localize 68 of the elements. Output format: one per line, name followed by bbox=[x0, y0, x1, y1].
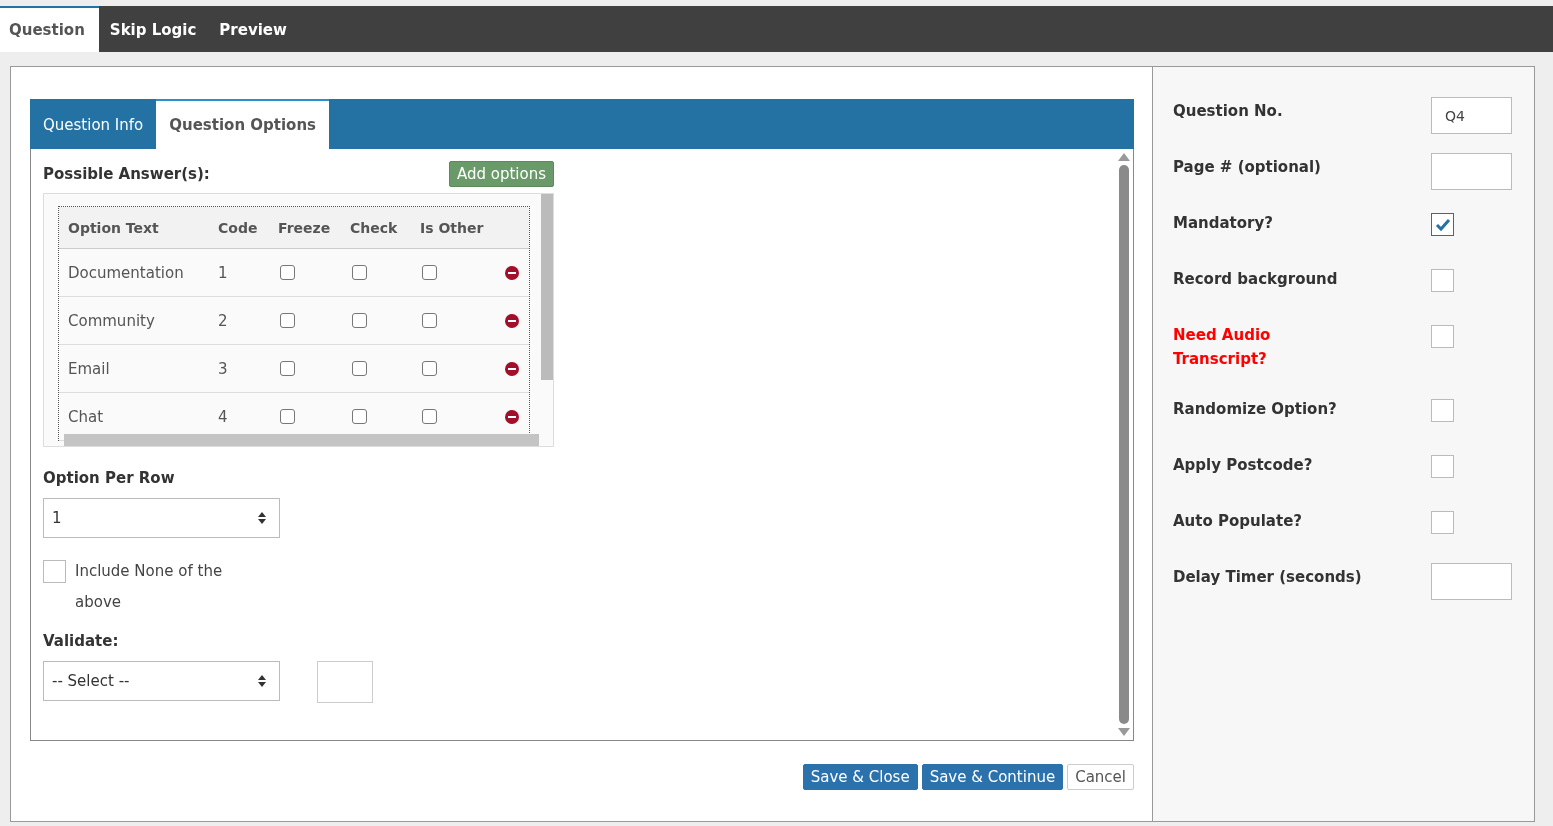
checkbox[interactable] bbox=[1431, 213, 1454, 236]
checkbox[interactable] bbox=[352, 313, 367, 328]
nav-tab[interactable]: Question bbox=[0, 6, 99, 52]
checkbox[interactable] bbox=[422, 313, 437, 328]
updown-arrows-icon bbox=[257, 511, 267, 525]
code-cell-text: 3 bbox=[218, 359, 229, 378]
checkbox[interactable] bbox=[352, 265, 367, 280]
code-cell-text: 1 bbox=[218, 263, 229, 282]
column-header: Freeze bbox=[278, 219, 332, 236]
checkbox[interactable] bbox=[1431, 325, 1454, 348]
input-field[interactable]: Q4 bbox=[1431, 97, 1512, 134]
option-text-cell-text: Documentation bbox=[68, 263, 185, 282]
setting-label: Apply Postcode? bbox=[1173, 455, 1314, 476]
checkbox-label: Include None of the above bbox=[75, 561, 224, 613]
field-label: Option Per Row bbox=[43, 469, 176, 487]
horizontal-scrollbar[interactable] bbox=[64, 434, 539, 446]
tab[interactable]: Question Options bbox=[156, 99, 329, 149]
checkbox[interactable] bbox=[280, 313, 295, 328]
section-title: Possible Answer(s): bbox=[43, 165, 210, 183]
nav-tab[interactable]: Skip Logic bbox=[100, 6, 211, 52]
option-text-cell-text: Email bbox=[68, 359, 111, 378]
input-field[interactable] bbox=[317, 661, 373, 703]
vertical-scrollbar[interactable] bbox=[541, 194, 553, 380]
option-text-cell-text: Chat bbox=[68, 407, 105, 426]
checkbox[interactable] bbox=[280, 265, 295, 280]
checkbox[interactable] bbox=[422, 265, 437, 280]
field-label: Validate: bbox=[43, 632, 120, 650]
setting-label: Randomize Option? bbox=[1173, 399, 1338, 420]
validate-select[interactable]: -- Select -- bbox=[43, 661, 280, 701]
column-header: Check bbox=[350, 219, 399, 236]
checkbox[interactable] bbox=[352, 409, 367, 424]
checkbox[interactable] bbox=[422, 361, 437, 376]
remove-icon[interactable] bbox=[505, 313, 519, 328]
option-per-row-select[interactable]: 1 bbox=[43, 498, 280, 538]
input-field[interactable] bbox=[1431, 153, 1512, 190]
checkbox[interactable] bbox=[422, 409, 437, 424]
remove-icon[interactable] bbox=[505, 265, 519, 280]
option-text-cell-text: Community bbox=[68, 311, 156, 330]
setting-label: Auto Populate? bbox=[1173, 511, 1303, 532]
nav-tab[interactable]: Preview bbox=[210, 6, 301, 52]
updown-arrows-icon bbox=[257, 674, 267, 688]
checkbox[interactable] bbox=[1431, 511, 1454, 534]
cancel-button[interactable]: Cancel bbox=[1067, 764, 1134, 790]
column-header: Code bbox=[218, 219, 259, 236]
tab[interactable]: Question Info bbox=[30, 101, 157, 149]
checkbox[interactable] bbox=[1431, 269, 1454, 292]
checkmark-icon bbox=[1434, 217, 1451, 232]
setting-label: Question No. bbox=[1173, 101, 1284, 122]
checkbox[interactable] bbox=[280, 361, 295, 376]
setting-label: Need Audio Transcript? bbox=[1173, 325, 1272, 370]
setting-label: Mandatory? bbox=[1173, 213, 1274, 234]
checkbox[interactable] bbox=[1431, 399, 1454, 422]
code-cell-text: 4 bbox=[218, 407, 229, 426]
checkbox[interactable] bbox=[43, 560, 66, 583]
column-header: Is Other bbox=[420, 219, 485, 236]
save-button[interactable]: Save & Continue bbox=[921, 764, 1064, 790]
setting-label: Record background bbox=[1173, 269, 1339, 290]
column-header: Option Text bbox=[68, 219, 160, 236]
input-field[interactable] bbox=[1431, 563, 1512, 600]
checkbox[interactable] bbox=[352, 361, 367, 376]
remove-icon[interactable] bbox=[505, 409, 519, 424]
code-cell-text: 2 bbox=[218, 311, 229, 330]
checkbox[interactable] bbox=[280, 409, 295, 424]
setting-label: Delay Timer (seconds) bbox=[1173, 567, 1363, 588]
setting-label: Page # (optional) bbox=[1173, 157, 1322, 178]
remove-icon[interactable] bbox=[505, 361, 519, 376]
save-button[interactable]: Save & Close bbox=[802, 764, 918, 790]
checkbox[interactable] bbox=[1431, 455, 1454, 478]
